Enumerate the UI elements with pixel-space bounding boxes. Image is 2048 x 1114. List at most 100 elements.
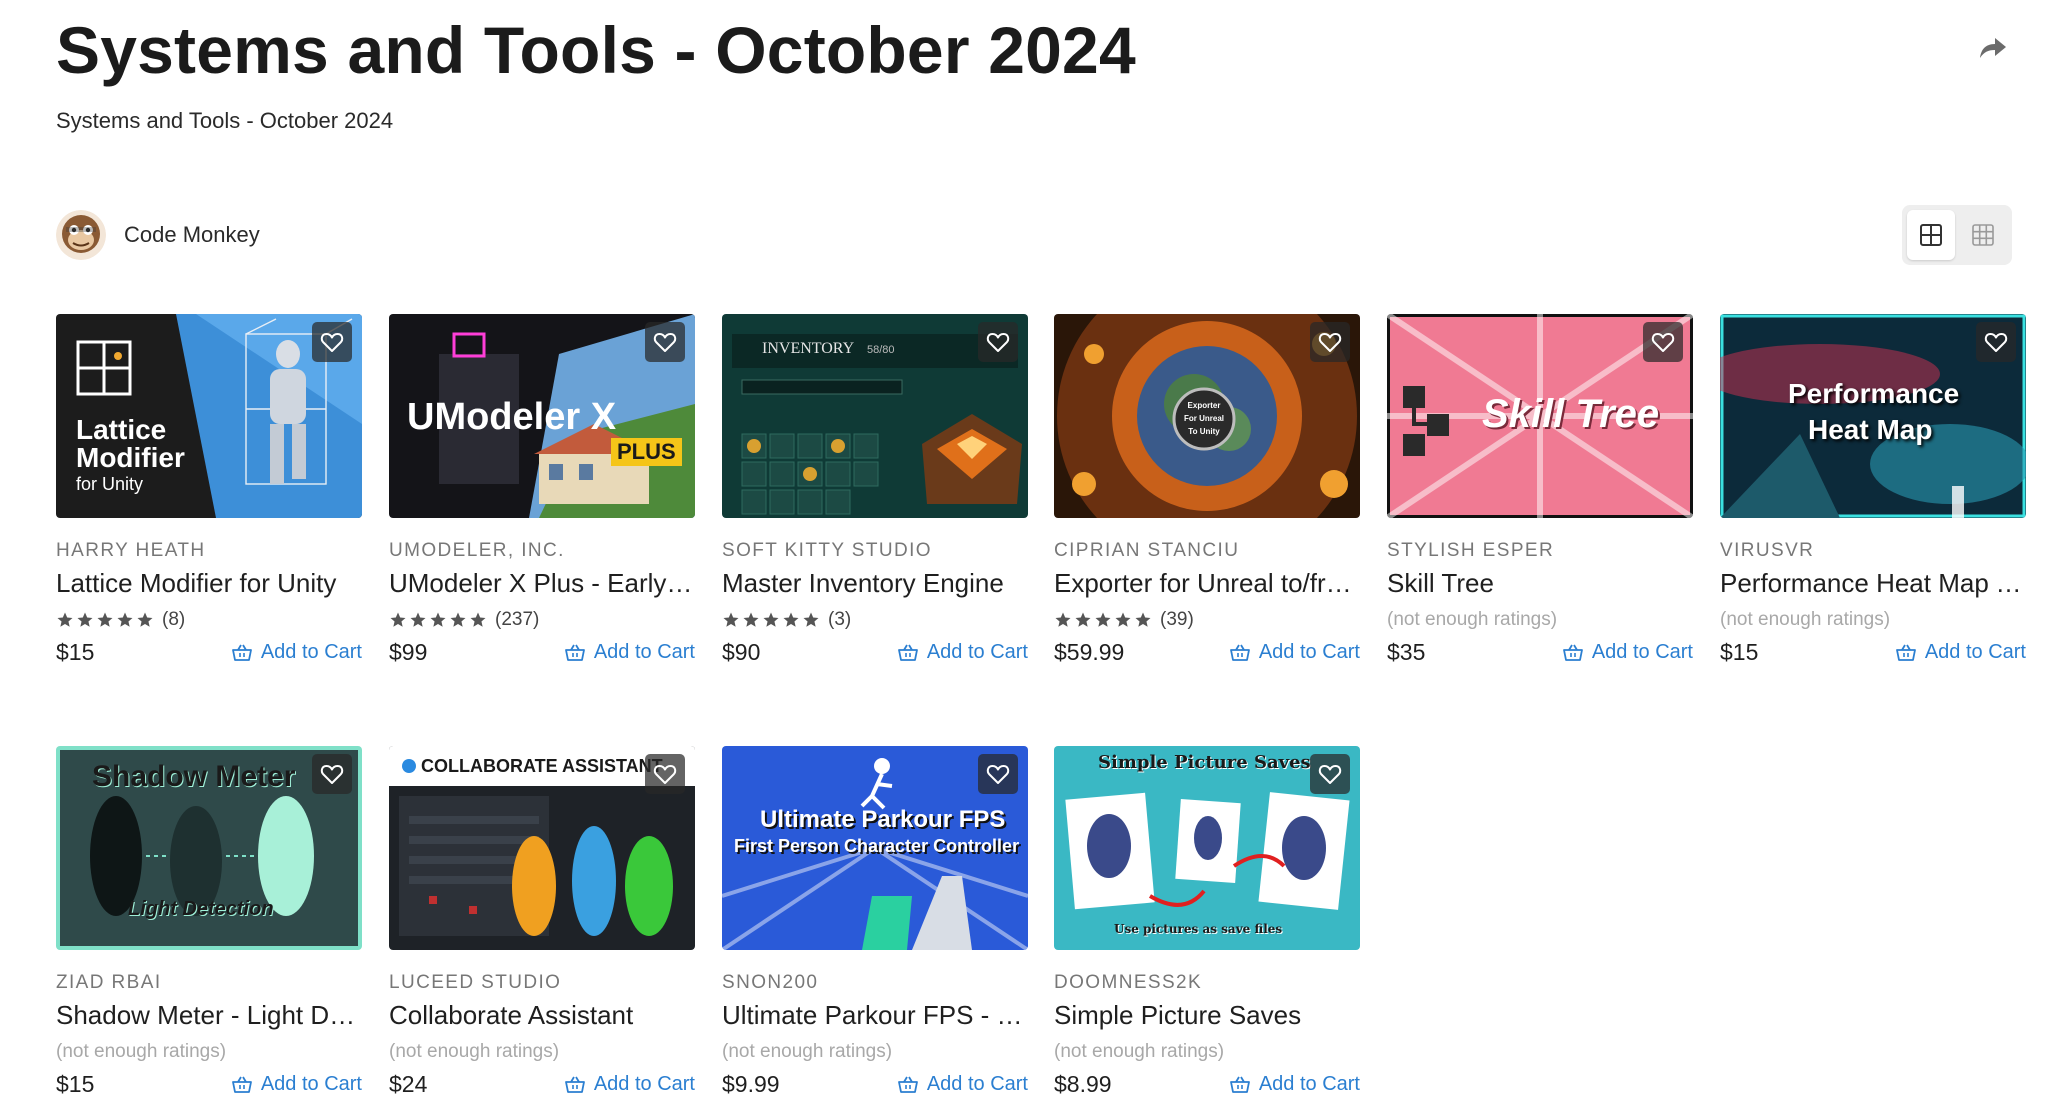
product-publisher[interactable]: VIRUSVR xyxy=(1720,540,2026,562)
product-name[interactable]: Ultimate Parkour FPS - First Person Char… xyxy=(722,1000,1028,1031)
product-card[interactable]: Simple Picture Saves Use pictures as sav… xyxy=(1054,746,1360,1098)
product-publisher[interactable]: UMODELER, INC. xyxy=(389,540,695,562)
star-icon xyxy=(743,612,759,627)
product-card[interactable]: Exporter For Unreal To Unity CIPRIAN STA… xyxy=(1054,314,1360,666)
heart-icon xyxy=(653,333,677,352)
add-to-cart-button[interactable]: Add to Cart xyxy=(1229,641,1360,664)
product-thumbnail[interactable]: INVENTORY 58/80 xyxy=(722,314,1028,518)
favorite-button[interactable] xyxy=(1310,754,1350,794)
star-icon xyxy=(410,612,426,627)
cart-icon xyxy=(1229,644,1250,661)
thumb-title: INVENTORY xyxy=(762,340,855,357)
favorite-button[interactable] xyxy=(645,322,685,362)
product-thumbnail[interactable]: Simple Picture Saves Use pictures as sav… xyxy=(1054,746,1360,950)
view-toggle xyxy=(1902,205,2012,265)
add-to-cart-label: Add to Cart xyxy=(593,1073,695,1095)
product-name[interactable]: Skill Tree xyxy=(1387,568,1693,599)
product-thumbnail[interactable]: Skill Tree xyxy=(1387,314,1693,518)
product-name[interactable]: Master Inventory Engine xyxy=(722,568,1028,599)
cart-icon xyxy=(231,1076,252,1093)
thumb-title-2: For Unreal xyxy=(1183,414,1224,423)
product-card[interactable]: UModeler X PLUS UMODELER, INC. UModeler … xyxy=(389,314,695,666)
no-rating-text: (not enough ratings) xyxy=(1720,609,1891,630)
product-thumbnail[interactable]: COLLABORATE ASSISTANT xyxy=(389,746,695,950)
product-thumbnail[interactable]: Performance Heat Map xyxy=(1720,314,2026,518)
add-to-cart-button[interactable]: Add to Cart xyxy=(1562,641,1693,664)
product-name[interactable]: Simple Picture Saves xyxy=(1054,1000,1360,1031)
rating-stars xyxy=(389,611,487,629)
product-publisher[interactable]: ZIAD RBAI xyxy=(56,972,362,994)
add-to-cart-button[interactable]: Add to Cart xyxy=(564,1073,695,1096)
grid-small-view-button[interactable] xyxy=(1959,210,2007,260)
product-publisher[interactable]: HARRY HEATH xyxy=(56,540,362,562)
product-name[interactable]: Shadow Meter - Light Detection xyxy=(56,1000,362,1031)
favorite-button[interactable] xyxy=(978,322,1018,362)
favorite-button[interactable] xyxy=(312,754,352,794)
add-to-cart-button[interactable]: Add to Cart xyxy=(897,1073,1028,1096)
thumb-title: Shadow Meter xyxy=(92,760,296,793)
thumb-subtitle: for Unity xyxy=(76,474,144,494)
favorite-button[interactable] xyxy=(1976,322,2016,362)
star-icon xyxy=(77,612,93,627)
product-price: $8.99 xyxy=(1054,1071,1112,1097)
product-card[interactable]: Performance Heat Map VIRUSVR Performance… xyxy=(1720,314,2026,666)
favorite-button[interactable] xyxy=(978,754,1018,794)
product-thumbnail[interactable]: Shadow Meter Light Detection xyxy=(56,746,362,950)
add-to-cart-label: Add to Cart xyxy=(1591,641,1693,663)
add-to-cart-button[interactable]: Add to Cart xyxy=(231,1073,362,1096)
product-name[interactable]: UModeler X Plus - Early Access xyxy=(389,568,695,599)
cart-icon xyxy=(564,1076,585,1093)
product-name[interactable]: Collaborate Assistant xyxy=(389,1000,695,1031)
no-rating-text: (not enough ratings) xyxy=(56,1041,227,1062)
product-thumbnail[interactable]: Ultimate Parkour FPS First Person Charac… xyxy=(722,746,1028,950)
add-to-cart-button[interactable]: Add to Cart xyxy=(564,641,695,664)
product-publisher[interactable]: STYLISH ESPER xyxy=(1387,540,1693,562)
product-card[interactable]: Shadow Meter Light Detection ZIAD RBAI S… xyxy=(56,746,362,1098)
product-card[interactable]: Lattice Modifier for Unity HARRY HEATH L… xyxy=(56,314,362,666)
thumb-title: Exporter xyxy=(1187,401,1221,410)
favorite-button[interactable] xyxy=(312,322,352,362)
product-card[interactable]: Ultimate Parkour FPS First Person Charac… xyxy=(722,746,1028,1098)
rating: (not enough ratings) xyxy=(722,1041,1028,1063)
heart-icon xyxy=(320,765,344,784)
star-icon xyxy=(1135,612,1151,627)
product-price: $15 xyxy=(56,639,95,665)
product-publisher[interactable]: DOOMNESS2K xyxy=(1054,972,1360,994)
product-card[interactable]: Skill Tree STYLISH ESPER Skill Tree (not… xyxy=(1387,314,1693,666)
grid-large-view-button[interactable] xyxy=(1907,210,1955,260)
author-name[interactable]: Code Monkey xyxy=(124,222,260,248)
thumb-subtitle: To Unity xyxy=(1188,427,1220,436)
cart-icon xyxy=(1895,644,1916,661)
product-name[interactable]: Lattice Modifier for Unity xyxy=(56,568,362,599)
favorite-button[interactable] xyxy=(1643,322,1683,362)
card-footer: $9.99 Add to Cart xyxy=(722,1071,1028,1098)
share-button[interactable] xyxy=(1970,28,2016,68)
product-thumbnail[interactable]: Exporter For Unreal To Unity xyxy=(1054,314,1360,518)
product-thumbnail[interactable]: UModeler X PLUS xyxy=(389,314,695,518)
product-publisher[interactable]: CIPRIAN STANCIU xyxy=(1054,540,1360,562)
star-icon xyxy=(450,612,466,627)
product-name[interactable]: Exporter for Unreal to/from Unity xyxy=(1054,568,1360,599)
cart-icon xyxy=(897,644,918,661)
product-publisher[interactable]: LUCEED STUDIO xyxy=(389,972,695,994)
product-publisher[interactable]: SOFT KITTY STUDIO xyxy=(722,540,1028,562)
grid-large-icon xyxy=(1920,224,1942,246)
product-thumbnail[interactable]: Lattice Modifier for Unity xyxy=(56,314,362,518)
add-to-cart-button[interactable]: Add to Cart xyxy=(897,641,1028,664)
add-to-cart-button[interactable]: Add to Cart xyxy=(1895,641,2026,664)
favorite-button[interactable] xyxy=(1310,322,1350,362)
add-to-cart-button[interactable]: Add to Cart xyxy=(1229,1073,1360,1096)
add-to-cart-button[interactable]: Add to Cart xyxy=(231,641,362,664)
product-card[interactable]: INVENTORY 58/80 SOFT KITTY STUDIO Master… xyxy=(722,314,1028,666)
rating-stars xyxy=(56,611,154,629)
product-name[interactable]: Performance Heat Map Tool xyxy=(1720,568,2026,599)
favorite-button[interactable] xyxy=(645,754,685,794)
star-icon xyxy=(1095,612,1111,627)
thumb-title: Simple Picture Saves xyxy=(1098,752,1311,773)
product-publisher[interactable]: SNON200 xyxy=(722,972,1028,994)
product-card[interactable]: COLLABORATE ASSISTANT LUCEED STUDIO Coll… xyxy=(389,746,695,1098)
rating: (3) xyxy=(722,609,1028,631)
author-row[interactable]: Code Monkey xyxy=(56,210,260,260)
share-arrow-icon xyxy=(1980,38,2006,58)
rating: (not enough ratings) xyxy=(389,1041,695,1063)
